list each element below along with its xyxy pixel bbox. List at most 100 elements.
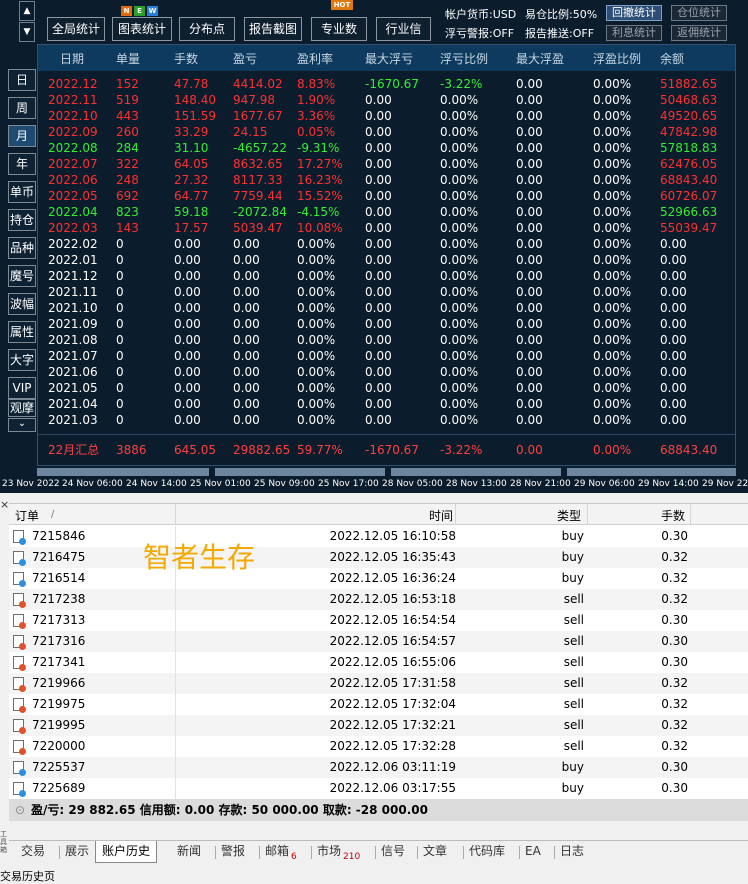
period-tab-8[interactable]: 波幅	[8, 293, 36, 315]
monthly-cell: 27.32	[174, 173, 209, 187]
history-row[interactable]: 7220000 2022.12.05 17:32:28 sell 0.32	[9, 736, 748, 757]
interest-stats-button[interactable]: 利息统计	[606, 25, 662, 41]
period-tab-9[interactable]: 属性	[8, 321, 36, 343]
period-tab-0[interactable]: 日	[8, 69, 36, 91]
monthly-header-1[interactable]: 单量	[116, 50, 140, 67]
terminal-tab-0[interactable]: 交易	[21, 841, 45, 863]
monthly-header-6[interactable]: 浮亏比例	[440, 50, 488, 67]
monthly-row[interactable]: 2021.12 0 0.00 0.00 0.00% 0.00 0.00% 0.00 0.00% 0…	[38, 268, 735, 284]
monthly-row[interactable]: 2022.08 284 31.10 -4657.22 -9.31% 0.00 0.00% 0.…	[38, 140, 735, 156]
history-row[interactable]: 7215846 2022.12.05 16:10:58 buy 0.30	[9, 526, 748, 547]
toolbar-button-4[interactable]: 专业数据	[311, 17, 367, 58]
column-time[interactable]: 时间	[429, 507, 453, 524]
monthly-header-4[interactable]: 盈利率	[297, 50, 333, 67]
history-row[interactable]: 7217238 2022.12.05 16:53:18 sell 0.32	[9, 589, 748, 610]
terminal-tab-6[interactable]: 市场 210	[317, 841, 360, 863]
history-row[interactable]: 7216475 2022.12.05 16:35:43 buy 0.32	[9, 547, 748, 568]
toolbar-button-1[interactable]: 图表统计	[112, 17, 172, 41]
history-row[interactable]: 7217313 2022.12.05 16:54:54 sell 0.30	[9, 610, 748, 631]
monthly-row[interactable]: 2021.09 0 0.00 0.00 0.00% 0.00 0.00% 0.00 0.00% 0…	[38, 316, 735, 332]
terminal-tab-7[interactable]: 信号	[381, 841, 405, 863]
history-row[interactable]: 7217316 2022.12.05 16:54:57 sell 0.30	[9, 631, 748, 652]
history-type-cell: sell	[563, 697, 584, 711]
account-summary-text: 盈/亏: 29 882.65 信用额: 0.00 存款: 50 000.00 取…	[31, 803, 428, 817]
terminal-tab-10[interactable]: EA	[525, 841, 541, 863]
period-tab-5[interactable]: 持仓	[8, 209, 36, 231]
monthly-header-9[interactable]: 余额	[660, 50, 684, 67]
monthly-row[interactable]: 2022.02 0 0.00 0.00 0.00% 0.00 0.00% 0.00 0.00% 0…	[38, 236, 735, 252]
period-tab-3[interactable]: 年	[8, 153, 36, 175]
period-tab-4[interactable]: 单币	[8, 181, 36, 203]
rebate-stats-button[interactable]: 返佣统计	[671, 25, 727, 41]
monthly-row[interactable]: 2022.10 443 151.59 1677.67 3.36% 0.00 0.00% 0.0…	[38, 108, 735, 124]
close-icon[interactable]: ×	[0, 499, 9, 511]
period-tab-6[interactable]: 品种	[8, 237, 36, 259]
monthly-header-0[interactable]: 日期	[60, 50, 84, 67]
history-row[interactable]: 7219966 2022.12.05 17:31:58 sell 0.32	[9, 673, 748, 694]
history-row[interactable]: 7219975 2022.12.05 17:32:04 sell 0.32	[9, 694, 748, 715]
period-tab-11[interactable]: VIP	[8, 377, 36, 399]
monthly-cell: 823	[116, 205, 139, 219]
drawdown-stats-button[interactable]: 回撤统计	[606, 5, 662, 21]
history-row[interactable]: 7219995 2022.12.05 17:32:21 sell 0.32	[9, 715, 748, 736]
terminal-tab-11[interactable]: 日志	[560, 841, 584, 863]
monthly-row[interactable]: 2021.11 0 0.00 0.00 0.00% 0.00 0.00% 0.00 0.00% 0…	[38, 284, 735, 300]
terminal-tab-5[interactable]: 邮箱 6	[265, 841, 297, 863]
monthly-row[interactable]: 2022.05 692 64.77 7759.44 15.52% 0.00 0.00% 0.0…	[38, 188, 735, 204]
monthly-header-2[interactable]: 手数	[174, 50, 198, 67]
toolbar-button-3[interactable]: 报告截图	[244, 17, 302, 41]
history-row[interactable]: 7216514 2022.12.05 16:36:24 buy 0.32	[9, 568, 748, 589]
toolbar-button-2[interactable]: 分布点图	[179, 17, 235, 58]
period-tab-12[interactable]: 观摩	[8, 399, 36, 417]
monthly-header-8[interactable]: 浮盈比例	[593, 50, 641, 67]
terminal-tab-3[interactable]: 新闻	[177, 841, 201, 863]
period-tab-2[interactable]: 月	[8, 125, 36, 147]
terminal-tab-8[interactable]: 文章	[423, 841, 447, 863]
monthly-row[interactable]: 2021.03 0 0.00 0.00 0.00% 0.00 0.00% 0.00 0.00% 0…	[38, 412, 735, 428]
monthly-row[interactable]: 2021.08 0 0.00 0.00 0.00% 0.00 0.00% 0.00 0.00% 0…	[38, 332, 735, 348]
terminal-tab-9[interactable]: 代码库	[469, 841, 505, 863]
period-tab-10[interactable]: 大字	[8, 349, 36, 371]
scroll-down-button[interactable]: ▼	[19, 22, 35, 42]
history-row[interactable]: 7225537 2022.12.06 03:11:19 buy 0.30	[9, 757, 748, 778]
period-tab-1[interactable]: 周	[8, 97, 36, 119]
monthly-header-7[interactable]: 最大浮盈	[516, 50, 564, 67]
scroll-up-button[interactable]: ▲	[19, 1, 35, 21]
monthly-row[interactable]: 2022.09 260 33.29 24.15 0.05% 0.00 0.00% 0.00 0.…	[38, 124, 735, 140]
monthly-row[interactable]: 2021.07 0 0.00 0.00 0.00% 0.00 0.00% 0.00 0.00% 0…	[38, 348, 735, 364]
monthly-header-5[interactable]: 最大浮亏	[365, 50, 413, 67]
monthly-header-3[interactable]: 盈亏	[233, 50, 257, 67]
monthly-row[interactable]: 2021.05 0 0.00 0.00 0.00% 0.00 0.00% 0.00 0.00% 0…	[38, 380, 735, 396]
left-chevron-button[interactable]: ⌄	[8, 418, 36, 432]
monthly-row[interactable]: 2022.07 322 64.05 8632.65 17.27% 0.00 0.00% 0.0…	[38, 156, 735, 172]
monthly-row[interactable]: 2021.04 0 0.00 0.00 0.00% 0.00 0.00% 0.00 0.00% 0…	[38, 396, 735, 412]
monthly-row[interactable]: 2022.04 823 59.18 -2072.84 -4.15% 0.00 0.00% 0.…	[38, 204, 735, 220]
monthly-cell: 51882.65	[660, 77, 718, 91]
monthly-cell: 0.00	[516, 141, 543, 155]
terminal-tab-1[interactable]: 展示	[65, 841, 89, 863]
position-stats-button[interactable]: 仓位统计	[671, 5, 727, 21]
monthly-cell: 0.00%	[593, 349, 632, 363]
time-axis-label: 29 Nov 06:00	[574, 479, 635, 489]
monthly-row[interactable]: 2022.12 152 47.78 4414.02 8.83% -1670.67 -3.22…	[38, 76, 735, 92]
column-order[interactable]: 订单	[15, 507, 39, 524]
float-alert: 浮亏警报:OFF	[445, 27, 515, 40]
toolbar-button-5[interactable]: 行业信息	[376, 17, 431, 58]
terminal-tab-2[interactable]: 账户历史	[95, 841, 158, 863]
monthly-row[interactable]: 2021.10 0 0.00 0.00 0.00% 0.00 0.00% 0.00 0.00% 0…	[38, 300, 735, 316]
monthly-row[interactable]: 2022.11 519 148.40 947.98 1.90% 0.00 0.00% 0.00…	[38, 92, 735, 108]
monthly-row[interactable]: 2022.03 143 17.57 5039.47 10.08% 0.00 0.00% 0.0…	[38, 220, 735, 236]
monthly-row[interactable]: 2021.06 0 0.00 0.00 0.00% 0.00 0.00% 0.00 0.00% 0…	[38, 364, 735, 380]
history-row[interactable]: 7225689 2022.12.06 03:17:55 buy 0.30	[9, 778, 748, 799]
monthly-row[interactable]: 2022.06 248 27.32 8117.33 16.23% 0.00 0.00% 0.0…	[38, 172, 735, 188]
monthly-cell: 2022.12	[48, 77, 98, 91]
column-type[interactable]: 类型	[557, 507, 581, 524]
monthly-cell: 8117.33	[233, 173, 283, 187]
history-row[interactable]: 7217341 2022.12.05 16:55:06 sell 0.30	[9, 652, 748, 673]
column-lots[interactable]: 手数	[661, 507, 685, 524]
terminal-tab-4[interactable]: 警报	[221, 841, 245, 863]
monthly-cell: 0.00%	[297, 301, 336, 315]
toolbar-button-0[interactable]: 全局统计	[47, 17, 105, 41]
monthly-row[interactable]: 2022.01 0 0.00 0.00 0.00% 0.00 0.00% 0.00 0.00% 0…	[38, 252, 735, 268]
period-tab-7[interactable]: 魔号	[8, 265, 36, 287]
